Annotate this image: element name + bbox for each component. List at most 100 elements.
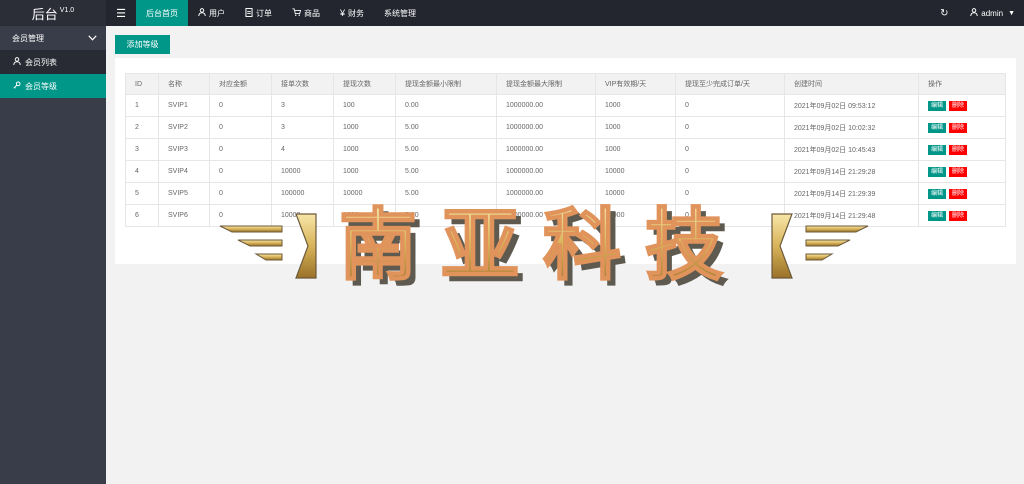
table-cell: 0.00	[395, 94, 497, 117]
table-cell: 3	[125, 138, 159, 161]
nav-item-products[interactable]: 商品	[282, 0, 330, 26]
table-row: 1 SVIP1 0 3 100 0.00 1000000.00 1000 0 2021年09月02…	[125, 94, 1006, 117]
table-cell: 1000	[595, 94, 676, 117]
edit-button[interactable]: 编辑	[928, 166, 947, 177]
table-cell: 1000	[595, 116, 676, 139]
table-cell-actions: 编辑 删除	[918, 116, 1006, 139]
table-cell: 100	[333, 94, 396, 117]
sidebar-item-label: 会员列表	[25, 57, 57, 67]
table-cell: 10000	[595, 160, 676, 183]
document-icon	[245, 7, 253, 19]
logo-version: V1.0	[59, 6, 75, 14]
table-cell: 2021年09月14日 21:29:28	[784, 160, 919, 183]
col-header-withdraw-max: 提现金额最大限制	[496, 73, 596, 95]
edit-button[interactable]: 编辑	[928, 210, 947, 221]
sidebar: 会员管理 会员列表 会员等级	[0, 26, 106, 484]
watermark-logo: 南亚科技 南亚科技	[219, 200, 869, 294]
col-header-vip-validity: VIP有效期/天	[595, 73, 676, 95]
user-icon	[13, 57, 21, 67]
table-cell: 5.00	[395, 116, 497, 139]
key-icon	[13, 81, 21, 91]
logo-name: 后台	[31, 6, 58, 22]
wing-right-icon	[771, 213, 869, 279]
table-cell: 1000	[333, 160, 396, 183]
user-menu[interactable]: admin ▼	[970, 8, 1015, 18]
table-cell: 1000	[333, 116, 396, 139]
table-cell-actions: 编辑 删除	[918, 94, 1006, 117]
table-cell: 10000	[271, 160, 334, 183]
table-cell: 0	[209, 138, 272, 161]
nav-item-system[interactable]: 系统管理	[374, 0, 426, 26]
table-cell-actions: 编辑 删除	[918, 204, 1006, 227]
nav-item-label: 订单	[256, 8, 272, 18]
table-cell: 0	[675, 94, 785, 117]
table-cell: 0	[209, 94, 272, 117]
refresh-icon[interactable]: ↻	[934, 8, 954, 19]
nav-item-orders[interactable]: 订单	[235, 0, 282, 26]
delete-button[interactable]: 删除	[949, 188, 968, 199]
user-icon	[198, 8, 206, 18]
nav-item-users[interactable]: 用户	[188, 0, 235, 26]
edit-button[interactable]: 编辑	[928, 100, 947, 111]
nav-item-label: 系统管理	[384, 8, 417, 18]
table-cell-actions: 编辑 删除	[918, 182, 1006, 205]
main-nav: 后台首页 用户 订单 商品 ¥ 财务 系统管理	[136, 0, 426, 26]
chevron-down-icon	[88, 34, 97, 43]
col-header-min-orders: 提现至少完成订单/天	[675, 73, 785, 95]
table-cell: 5.00	[395, 160, 497, 183]
col-header-withdraw-count: 提现次数	[333, 73, 396, 95]
nav-item-home[interactable]: 后台首页	[136, 0, 188, 26]
username: admin	[981, 8, 1004, 18]
table-cell: 2021年09月02日 09:53:12	[784, 94, 919, 117]
table-cell: 0	[675, 116, 785, 139]
edit-button[interactable]: 编辑	[928, 144, 947, 155]
sidebar-item-member-level[interactable]: 会员等级	[0, 74, 106, 98]
sidebar-group-member-management[interactable]: 会员管理	[0, 26, 106, 50]
add-level-button[interactable]: 添加等级	[115, 35, 170, 54]
edit-button[interactable]: 编辑	[928, 188, 947, 199]
table-cell: 1000	[333, 138, 396, 161]
nav-item-label: 商品	[304, 8, 320, 18]
col-header-withdraw-min: 提现金额最小限制	[395, 73, 497, 95]
table-cell: 0	[675, 138, 785, 161]
table-cell: 4	[271, 138, 334, 161]
table-cell: 2021年09月02日 10:02:32	[784, 116, 919, 139]
table-cell: 1000000.00	[496, 138, 596, 161]
caret-down-icon: ▼	[1008, 9, 1015, 17]
top-navbar: 后台 V1.0 ☰ 后台首页 用户 订单 商品 ¥ 财务 系统管理 ↻ admi…	[0, 0, 1024, 26]
delete-button[interactable]: 删除	[949, 210, 968, 221]
cart-icon	[292, 8, 302, 18]
table-cell: 4	[125, 160, 159, 183]
table-cell-actions: 编辑 删除	[918, 160, 1006, 183]
col-header-actions: 操作	[918, 73, 1006, 95]
nav-item-label: 后台首页	[146, 8, 178, 18]
table-cell: SVIP2	[158, 116, 210, 139]
menu-toggle-icon[interactable]: ☰	[112, 0, 130, 26]
logo: 后台 V1.0	[0, 0, 106, 26]
sidebar-item-member-list[interactable]: 会员列表	[0, 50, 106, 74]
table-cell: 1	[125, 94, 159, 117]
table-cell: 3	[271, 94, 334, 117]
delete-button[interactable]: 删除	[949, 122, 968, 133]
nav-item-label: 用户	[209, 8, 225, 18]
nav-item-finance[interactable]: ¥ 财务	[330, 0, 374, 26]
table-cell: 1000000.00	[496, 160, 596, 183]
delete-button[interactable]: 删除	[949, 166, 968, 177]
table-cell: 5	[125, 182, 159, 205]
col-header-amount: 对应金额	[209, 73, 272, 95]
table-cell: SVIP1	[158, 94, 210, 117]
table-header-row: ID 名称 对应金额 接单次数 提现次数 提现金额最小限制 提现金额最大限制 V…	[125, 73, 1006, 95]
table-cell: 0	[209, 160, 272, 183]
table-cell: SVIP4	[158, 160, 210, 183]
table-cell: SVIP5	[158, 182, 210, 205]
delete-button[interactable]: 删除	[949, 144, 968, 155]
col-header-created-time: 创建时间	[784, 73, 919, 95]
yen-icon: ¥	[340, 8, 346, 18]
table-cell-actions: 编辑 删除	[918, 138, 1006, 161]
table-cell: 0	[675, 160, 785, 183]
edit-button[interactable]: 编辑	[928, 122, 947, 133]
wing-left-icon	[219, 213, 317, 279]
sidebar-item-label: 会员等级	[25, 81, 57, 91]
delete-button[interactable]: 删除	[949, 100, 968, 111]
table-cell: 5.00	[395, 138, 497, 161]
